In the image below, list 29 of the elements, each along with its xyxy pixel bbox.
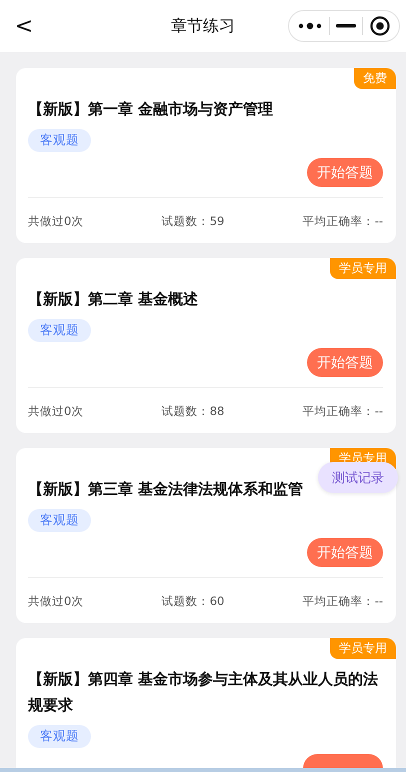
start-button[interactable]: 开始答题 [307,158,383,187]
test-records-button[interactable]: 测试记录 [318,462,398,493]
chapter-title: 【新版】第四章 基金市场参与主体及其从业人员的法规要求 [28,669,380,716]
chapter-title: 【新版】第二章 基金概述 [28,289,198,310]
more-icon[interactable] [298,22,322,30]
type-tag: 客观题 [28,509,91,532]
accuracy-rate: 平均正确率：-- [302,594,383,609]
access-badge: 免费 [354,68,396,89]
chapter-title: 【新版】第三章 基金法律法规体系和监管 [28,479,304,500]
type-tag: 客观题 [28,129,91,152]
attempt-count: 共做过0次 [28,594,84,609]
chapter-title: 【新版】第一章 金融市场与资产管理 [28,99,274,120]
attempt-count: 共做过0次 [28,404,84,419]
close-icon[interactable] [370,16,390,36]
attempt-count: 共做过0次 [28,214,84,229]
accuracy-rate: 平均正确率：-- [302,404,383,419]
question-count: 试题数：88 [162,404,224,419]
question-count: 试题数：59 [162,214,224,229]
access-badge: 学员专用 [330,258,396,279]
type-tag: 客观题 [28,319,91,342]
type-tag: 客观题 [28,725,91,748]
question-count: 试题数：60 [162,594,224,609]
minimize-icon[interactable] [336,24,356,28]
accuracy-rate: 平均正确率：-- [302,214,383,229]
start-button[interactable]: 开始答题 [307,538,383,567]
page-title: 章节练习 [170,16,236,36]
start-button[interactable]: 开始答题 [307,348,383,377]
back-button[interactable]: < [0,14,36,38]
access-badge: 学员专用 [330,638,396,659]
